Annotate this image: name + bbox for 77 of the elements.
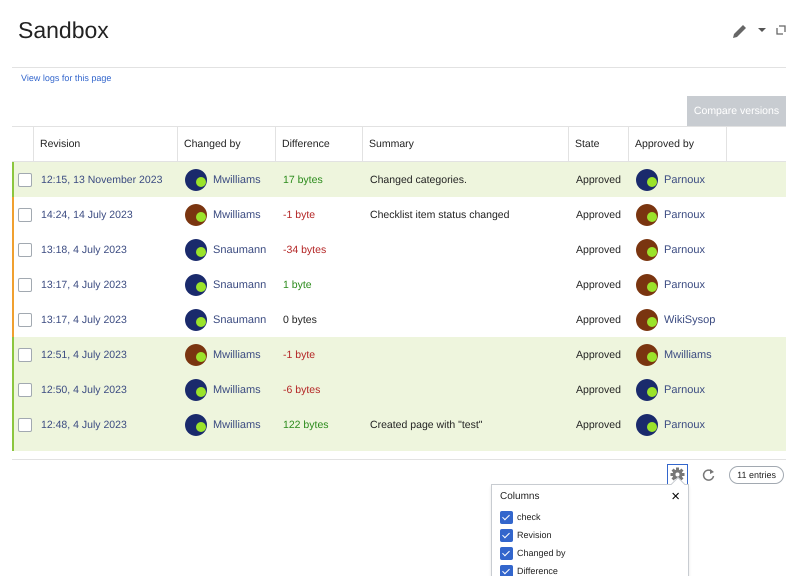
difference-text: -6 bytes (282, 384, 322, 396)
column-header[interactable]: Approved by (628, 127, 726, 161)
caret-icon[interactable] (758, 28, 766, 32)
row-checkbox[interactable] (18, 418, 32, 432)
difference-text: 0 bytes (282, 314, 318, 326)
state-text: Approved (575, 418, 622, 430)
row-checkbox[interactable] (18, 382, 32, 396)
user-link[interactable]: Snaumann (213, 314, 266, 326)
row-checkbox[interactable] (18, 312, 32, 326)
summary-text: Checklist item status changed (369, 208, 510, 220)
row-checkbox[interactable] (18, 348, 32, 362)
popup-title: Columns (500, 491, 540, 502)
revision-row[interactable]: 12:48, 4 July 2023 Mwilliams 122 bytes Created page with "test" Approved Parnoux (12, 407, 786, 451)
column-option[interactable]: check (517, 512, 541, 522)
revision-row[interactable]: 12:50, 4 July 2023 Mwilliams -6 bytes Approved Parnoux (12, 372, 786, 407)
expand-icon[interactable] (776, 25, 786, 35)
state-text: Approved (575, 278, 622, 290)
column-option[interactable]: Changed by (517, 548, 566, 558)
user-link[interactable]: Parnoux (664, 278, 705, 290)
user-link[interactable]: Parnoux (664, 244, 705, 256)
row-checkbox[interactable] (18, 172, 32, 186)
user-link[interactable]: Parnoux (664, 384, 705, 396)
difference-text: -1 byte (282, 348, 316, 360)
revision-link[interactable]: 12:15, 13 November 2023 (35, 174, 179, 186)
difference-text: -1 byte (282, 208, 316, 220)
row-checkbox[interactable] (18, 208, 32, 222)
state-text: Approved (575, 348, 622, 360)
difference-text: 122 bytes (282, 418, 330, 430)
state-text: Approved (575, 174, 622, 186)
column-header[interactable]: Difference (275, 127, 362, 161)
difference-text: 1 byte (282, 278, 313, 290)
revision-link[interactable]: 12:51, 4 July 2023 (35, 348, 179, 360)
user-link[interactable]: Snaumann (213, 244, 266, 256)
view-logs-link[interactable]: View logs for this page (21, 73, 112, 83)
revision-row[interactable]: 12:51, 4 July 2023 Mwilliams -1 byte Approved Mwilliams (12, 337, 786, 372)
difference-text: 17 bytes (282, 174, 324, 186)
column-checkbox[interactable] (500, 564, 513, 576)
column-header[interactable]: Summary (362, 127, 568, 161)
user-link[interactable]: Mwilliams (213, 418, 261, 430)
user-link[interactable]: Parnoux (664, 418, 705, 430)
revision-link[interactable]: 13:18, 4 July 2023 (35, 244, 179, 256)
page-title: Sandbox (18, 16, 109, 44)
revision-link[interactable]: 14:24, 14 July 2023 (35, 208, 179, 220)
summary-text: Changed categories. (369, 174, 468, 186)
column-checkbox[interactable] (500, 510, 513, 524)
user-link[interactable]: Mwilliams (664, 348, 712, 360)
revision-link[interactable]: 12:50, 4 July 2023 (35, 384, 179, 396)
column-option[interactable]: Revision (517, 530, 552, 540)
state-text: Approved (575, 244, 622, 256)
state-text: Approved (575, 208, 622, 220)
user-link[interactable]: Snaumann (213, 278, 266, 290)
difference-text: -34 bytes (282, 244, 328, 256)
close-button[interactable]: × (671, 489, 680, 504)
row-checkbox[interactable] (18, 242, 32, 256)
revision-link[interactable]: 13:17, 4 July 2023 (35, 278, 179, 290)
state-text: Approved (575, 314, 622, 326)
row-checkbox[interactable] (18, 278, 32, 292)
column-header[interactable]: Revision (33, 127, 177, 161)
entries-count: 11 entries (729, 466, 784, 484)
user-link[interactable]: Mwilliams (213, 384, 261, 396)
column-header[interactable]: State (568, 127, 628, 161)
revision-link[interactable]: 13:17, 4 July 2023 (35, 314, 179, 326)
state-text: Approved (575, 384, 622, 396)
user-link[interactable]: Mwilliams (213, 174, 261, 186)
user-link[interactable]: Mwilliams (213, 208, 261, 220)
user-link[interactable]: WikiSysop (664, 314, 716, 326)
revision-row[interactable]: 12:15, 13 November 2023 Mwilliams 17 bytes Changed categories. Approved Parnoux (12, 162, 786, 197)
column-option[interactable]: Difference (517, 566, 558, 576)
revision-link[interactable]: 12:48, 4 July 2023 (35, 418, 179, 430)
summary-text: Created page with "test" (369, 418, 484, 430)
user-link[interactable]: Parnoux (664, 174, 705, 186)
refresh-icon[interactable] (702, 468, 716, 481)
user-link[interactable]: Parnoux (664, 208, 705, 220)
column-checkbox[interactable] (500, 546, 513, 560)
user-link[interactable]: Mwilliams (213, 348, 261, 360)
column-header[interactable]: Changed by (177, 127, 275, 161)
column-checkbox[interactable] (500, 528, 513, 542)
